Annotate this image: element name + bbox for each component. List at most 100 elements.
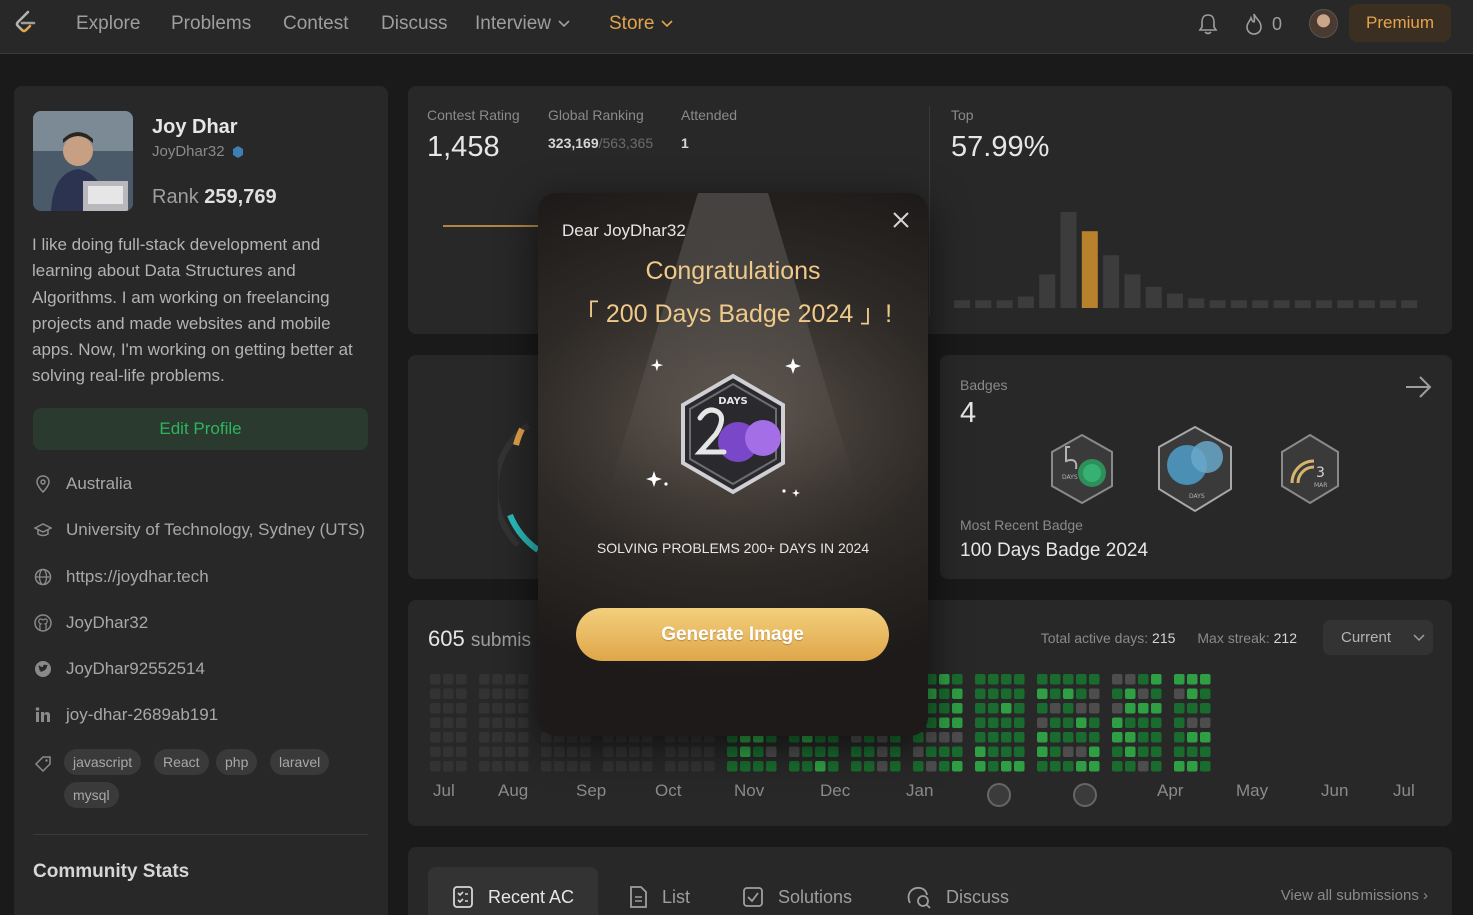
- 50-days-badge-icon[interactable]: DAYS: [1048, 433, 1116, 505]
- school-text: University of Technology, Sydney (UTS): [66, 520, 365, 539]
- month-label: Oct: [655, 781, 682, 800]
- nav-store[interactable]: Store: [609, 13, 674, 35]
- generate-image-button[interactable]: Generate Image: [576, 608, 889, 661]
- calendar-stats: Total active days: 215 Max streak: 212: [1041, 630, 1297, 646]
- heatmap-cell: [1037, 717, 1048, 728]
- histogram-bar: [975, 300, 992, 308]
- heatmap-cell: [492, 732, 503, 743]
- edit-profile-button[interactable]: Edit Profile: [33, 408, 368, 450]
- heatmap-cell: [952, 674, 963, 685]
- close-icon[interactable]: [891, 210, 911, 230]
- svg-text:3: 3: [1316, 465, 1325, 481]
- heatmap-cell: [479, 717, 490, 728]
- calendar-year-select[interactable]: Current: [1323, 620, 1433, 655]
- heatmap-cell: [1174, 703, 1185, 714]
- heatmap-cell: [740, 746, 751, 757]
- month-badge-icon[interactable]: [1073, 783, 1097, 807]
- heatmap-cell: [1151, 688, 1162, 699]
- profile-bio: I like doing full-stack development and …: [32, 235, 353, 386]
- linkedin-link[interactable]: joy-dhar-2689ab191: [66, 705, 218, 725]
- skill-tag[interactable]: javascript: [64, 749, 142, 775]
- attended-value: 1: [681, 135, 689, 151]
- arrow-right-icon[interactable]: [1404, 375, 1432, 399]
- heatmap-cell: [518, 688, 529, 699]
- profile-name: Joy Dhar: [152, 116, 238, 138]
- tab-solutions[interactable]: Solutions: [718, 867, 876, 915]
- histogram-bar: [1401, 300, 1418, 308]
- rank-label: Rank: [152, 186, 199, 208]
- linkedin-row[interactable]: joy-dhar-2689ab191: [34, 705, 218, 725]
- heatmap-cell: [1138, 674, 1149, 685]
- skill-tag[interactable]: React: [154, 749, 209, 775]
- heatmap-cell: [975, 732, 986, 743]
- badge-art-text: DAYS: [718, 396, 748, 407]
- premium-button[interactable]: Premium: [1349, 4, 1451, 42]
- heatmap-cell: [1112, 703, 1123, 714]
- skill-tag[interactable]: laravel: [270, 749, 330, 775]
- month-badge-icon[interactable]: [987, 783, 1011, 807]
- heatmap-cell: [1174, 732, 1185, 743]
- user-avatar[interactable]: [1309, 9, 1338, 38]
- histogram-bar: [1294, 300, 1311, 308]
- website-row[interactable]: https://joydhar.tech: [34, 567, 209, 587]
- svg-text:MAR: MAR: [1314, 482, 1327, 489]
- streak-counter[interactable]: 0: [1244, 12, 1282, 36]
- heatmap-cell: [479, 746, 490, 757]
- heatmap-cell: [864, 746, 875, 757]
- leetcode-logo-icon[interactable]: [10, 8, 40, 38]
- website-link[interactable]: https://joydhar.tech: [66, 567, 209, 587]
- tab-list[interactable]: List: [604, 867, 714, 915]
- rank-value: 259,769: [204, 186, 277, 208]
- heatmap-cell: [1187, 746, 1198, 757]
- heatmap-cell: [1076, 674, 1087, 685]
- heatmap-cell: [492, 674, 503, 685]
- heatmap-cell: [1089, 717, 1100, 728]
- heatmap-cell: [456, 761, 467, 772]
- nav-interview[interactable]: Interview: [475, 13, 571, 35]
- month-label: Aug: [498, 781, 529, 800]
- heatmap-cell: [678, 746, 689, 757]
- heatmap-cell: [1138, 761, 1149, 772]
- nav-contest[interactable]: Contest: [283, 13, 348, 35]
- heatmap-cell: [952, 703, 963, 714]
- heatmap-cell: [1089, 761, 1100, 772]
- heatmap-cell: [443, 717, 454, 728]
- nav-explore[interactable]: Explore: [76, 13, 140, 35]
- github-link[interactable]: JoyDhar32: [66, 613, 148, 633]
- max-streak-label: Max streak:: [1197, 630, 1270, 646]
- heatmap-cell: [1063, 746, 1074, 757]
- heatmap-cell: [1112, 717, 1123, 728]
- heatmap-cell: [1125, 674, 1136, 685]
- twitter-link[interactable]: JoyDhar92552514: [66, 659, 205, 679]
- document-icon: [630, 886, 647, 908]
- heatmap-cell: [975, 717, 986, 728]
- bell-icon[interactable]: [1197, 12, 1219, 36]
- heatmap-cell: [603, 761, 614, 772]
- heatmap-cell: [952, 746, 963, 757]
- nav-explore-label: Explore: [76, 13, 141, 34]
- global-ranking: Global Ranking 323,169/563,365: [548, 107, 653, 151]
- heatmap-cell: [864, 761, 875, 772]
- nav-discuss[interactable]: Discuss: [381, 13, 448, 35]
- heatmap-cell: [554, 761, 565, 772]
- heatmap-cell: [518, 761, 529, 772]
- skill-tag[interactable]: mysql: [64, 782, 119, 808]
- 100-days-badge-icon[interactable]: DAYS: [1155, 425, 1235, 513]
- heatmap-cell: [1001, 674, 1012, 685]
- tab-recent-ac[interactable]: Recent AC: [428, 867, 599, 915]
- heatmap-cell: [456, 703, 467, 714]
- heatmap-cell: [753, 761, 764, 772]
- tab-discuss[interactable]: Discuss: [882, 867, 1033, 915]
- profile-username: JoyDhar32: [152, 143, 245, 160]
- github-row[interactable]: JoyDhar32: [34, 613, 148, 633]
- school-row: University of Technology, Sydney (UTS): [34, 520, 365, 540]
- heatmap-cell: [975, 674, 986, 685]
- view-all-submissions-link[interactable]: View all submissions ›: [1281, 887, 1428, 904]
- twitter-row[interactable]: JoyDhar92552514: [34, 659, 205, 679]
- heatmap-cell: [1037, 674, 1048, 685]
- march-badge-icon[interactable]: 3 MAR: [1278, 433, 1342, 505]
- heatmap-cell: [1200, 703, 1211, 714]
- nav-problems[interactable]: Problems: [171, 13, 251, 35]
- histogram-bar: [1230, 300, 1247, 308]
- skill-tag[interactable]: php: [216, 749, 258, 775]
